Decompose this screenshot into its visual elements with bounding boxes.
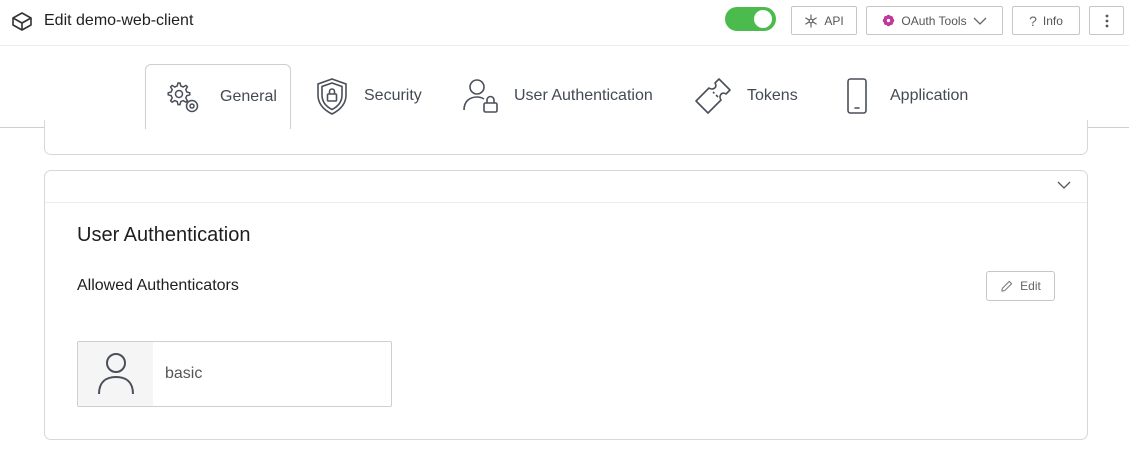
authenticator-label: basic [165, 365, 203, 382]
edit-button[interactable]: Edit [986, 271, 1055, 301]
authenticator-icon-box [78, 342, 153, 406]
oauth-tools-label: OAuth Tools [901, 13, 967, 28]
question-icon: ? [1029, 12, 1037, 29]
tab-security[interactable]: Security [314, 64, 422, 128]
user-authentication-card: User Authentication Allowed Authenticato… [44, 170, 1088, 440]
pencil-icon [1001, 280, 1013, 292]
api-button-label: API [824, 13, 844, 28]
tab-application-label: Application [890, 87, 969, 104]
card-header [45, 171, 1087, 203]
authenticator-item[interactable]: basic [77, 341, 392, 407]
oauth-tools-button[interactable]: OAuth Tools [866, 6, 1003, 35]
more-vertical-icon [1105, 14, 1108, 27]
tab-tokens[interactable]: Tokens [693, 64, 798, 128]
flower-icon [883, 14, 895, 27]
tab-tokens-label: Tokens [747, 87, 798, 104]
gears-icon [167, 82, 199, 113]
chevron-down-icon[interactable] [1057, 180, 1071, 190]
chevron-down-icon [973, 17, 987, 25]
shield-icon [317, 78, 347, 115]
phone-icon [847, 78, 867, 114]
tab-user-authentication-label: User Authentication [514, 87, 653, 104]
info-button-label: Info [1042, 13, 1063, 28]
tab-user-authentication[interactable]: User Authentication [462, 64, 653, 128]
enabled-toggle[interactable] [725, 7, 776, 31]
tab-general-label: General [220, 88, 277, 105]
tab-general[interactable]: General [145, 64, 291, 129]
user-lock-icon [463, 79, 498, 113]
ticket-icon [695, 78, 731, 114]
page-title: Edit demo-web-client [44, 12, 194, 29]
section-title: User Authentication [77, 224, 251, 246]
more-options-button[interactable] [1089, 6, 1124, 35]
api-icon [805, 13, 818, 28]
top-bar: Edit demo-web-client API OAuth Tools ? I… [0, 0, 1129, 46]
edit-button-label: Edit [1020, 279, 1041, 293]
cube-icon [12, 12, 32, 31]
tab-security-label: Security [364, 87, 422, 104]
user-icon [98, 353, 134, 395]
api-button[interactable]: API [791, 6, 857, 35]
info-button[interactable]: ? Info [1012, 6, 1080, 35]
toggle-knob [754, 10, 772, 28]
tab-application[interactable]: Application [845, 64, 968, 128]
allowed-authenticators-label: Allowed Authenticators [77, 277, 239, 294]
